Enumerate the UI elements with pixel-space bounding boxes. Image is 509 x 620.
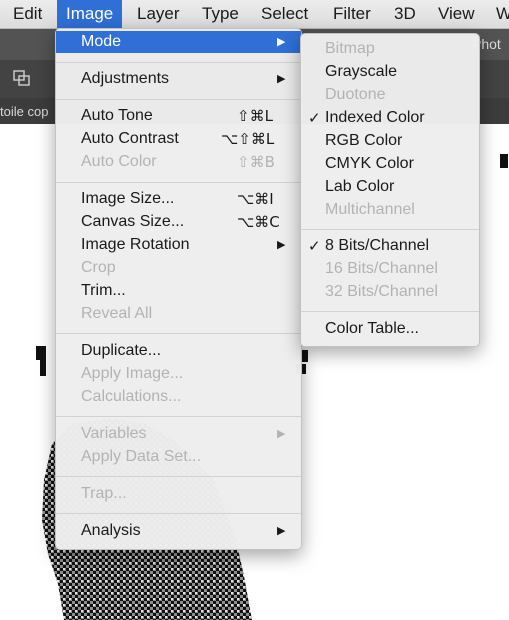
menu-item-calculations-label: Calculations... xyxy=(81,388,182,405)
menu-separator xyxy=(56,333,301,334)
menu-separator xyxy=(56,182,301,183)
menubar-image[interactable]: Image xyxy=(57,0,123,28)
submenu-arrow-icon: ▶ xyxy=(277,525,286,537)
menu-item-bitmap: Bitmap xyxy=(301,38,479,60)
menu-item-duotone: Duotone xyxy=(301,84,479,106)
checkmark-icon: ✓ xyxy=(308,237,321,255)
menu-item-trap: Trap... xyxy=(56,483,301,505)
menu-item-apply-data-set: Apply Data Set... xyxy=(56,446,301,468)
menu-item-indexed-color[interactable]: ✓ Indexed Color xyxy=(301,107,479,129)
menu-item-canvas-size[interactable]: Canvas Size... ⌥⌘C xyxy=(56,211,301,233)
submenu-arrow-icon: ▶ xyxy=(277,239,286,251)
menu-separator xyxy=(56,416,301,417)
menu-item-crop: Crop xyxy=(56,257,301,279)
menubar-edit[interactable]: Edit xyxy=(13,0,42,28)
menu-item-variables-label: Variables xyxy=(81,425,147,442)
menu-separator xyxy=(56,476,301,477)
menu-item-analysis-label: Analysis xyxy=(81,522,141,539)
checkmark-icon: ✓ xyxy=(308,109,321,127)
menu-item-cmyk-color[interactable]: CMYK Color xyxy=(301,153,479,175)
menu-item-8-bits[interactable]: ✓ 8 Bits/Channel xyxy=(301,235,479,257)
menu-item-multichannel: Multichannel xyxy=(301,199,479,221)
menu-item-image-size-label: Image Size... xyxy=(81,190,175,207)
menubar-filter[interactable]: Filter xyxy=(333,0,371,28)
menu-item-image-rotation-label: Image Rotation xyxy=(81,236,190,253)
menubar-3d[interactable]: 3D xyxy=(394,0,416,28)
menu-item-8-bits-label: 8 Bits/Channel xyxy=(325,237,430,254)
menu-item-calculations: Calculations... xyxy=(56,386,301,408)
menu-item-duplicate[interactable]: Duplicate... xyxy=(56,340,301,362)
menu-item-bitmap-label: Bitmap xyxy=(325,40,375,57)
menu-item-adjustments-label: Adjustments xyxy=(81,70,170,87)
menu-item-multichannel-label: Multichannel xyxy=(325,201,415,218)
menubar-view[interactable]: View xyxy=(438,0,475,28)
shortcut-image-size: ⌥⌘I xyxy=(237,190,274,208)
menu-item-trim-label: Trim... xyxy=(81,282,126,299)
menu-item-trap-label: Trap... xyxy=(81,485,127,502)
menu-item-rgb-color[interactable]: RGB Color xyxy=(301,130,479,152)
menu-item-auto-color: Auto Color ⇧⌘B xyxy=(56,151,301,173)
image-menu: Mode ▶ Adjustments ▶ Auto Tone ⇧⌘L Auto … xyxy=(55,28,302,550)
menu-item-image-size[interactable]: Image Size... ⌥⌘I xyxy=(56,188,301,210)
menu-separator xyxy=(56,513,301,514)
shortcut-auto-color: ⇧⌘B xyxy=(237,153,275,171)
menu-item-trim[interactable]: Trim... xyxy=(56,280,301,302)
menubar-select[interactable]: Select xyxy=(261,0,308,28)
menu-item-image-rotation[interactable]: Image Rotation ▶ xyxy=(56,234,301,256)
shortcut-auto-contrast: ⌥⇧⌘L xyxy=(221,130,275,148)
menu-item-color-table[interactable]: Color Table... xyxy=(301,318,479,340)
menu-item-canvas-size-label: Canvas Size... xyxy=(81,213,185,230)
menu-item-reveal-all-label: Reveal All xyxy=(81,305,153,322)
menu-item-reveal-all: Reveal All xyxy=(56,303,301,325)
menu-item-apply-image: Apply Image... xyxy=(56,363,301,385)
menu-item-apply-image-label: Apply Image... xyxy=(81,365,184,382)
menu-item-crop-label: Crop xyxy=(81,259,116,276)
menu-item-grayscale-label: Grayscale xyxy=(325,63,398,80)
menu-item-grayscale[interactable]: Grayscale xyxy=(301,61,479,83)
menu-item-mode-label: Mode xyxy=(81,33,122,50)
menubar-layer[interactable]: Layer xyxy=(137,0,180,28)
menu-item-variables: Variables ▶ xyxy=(56,423,301,445)
menu-item-mode[interactable]: Mode ▶ xyxy=(56,31,301,53)
menu-item-analysis[interactable]: Analysis ▶ xyxy=(56,520,301,542)
menu-item-16-bits: 16 Bits/Channel xyxy=(301,258,479,280)
shortcut-auto-tone: ⇧⌘L xyxy=(237,107,273,125)
menu-item-adjustments[interactable]: Adjustments ▶ xyxy=(56,68,301,90)
menu-item-auto-color-label: Auto Color xyxy=(81,153,157,170)
mode-submenu: Bitmap Grayscale Duotone ✓ Indexed Color… xyxy=(300,33,480,347)
menu-item-lab-color[interactable]: Lab Color xyxy=(301,176,479,198)
menu-item-auto-tone[interactable]: Auto Tone ⇧⌘L xyxy=(56,105,301,127)
tool-preset-icon[interactable] xyxy=(12,69,32,87)
menu-item-color-table-label: Color Table... xyxy=(325,320,419,337)
menu-item-auto-tone-label: Auto Tone xyxy=(81,107,153,124)
menu-item-lab-color-label: Lab Color xyxy=(325,178,395,195)
menu-separator xyxy=(56,62,301,63)
menu-item-indexed-color-label: Indexed Color xyxy=(325,109,425,126)
shortcut-canvas-size: ⌥⌘C xyxy=(237,213,280,231)
menu-item-duotone-label: Duotone xyxy=(325,86,386,103)
menu-separator xyxy=(301,311,479,312)
menu-item-32-bits-label: 32 Bits/Channel xyxy=(325,283,438,300)
menubar-type[interactable]: Type xyxy=(202,0,239,28)
submenu-arrow-icon: ▶ xyxy=(277,428,286,440)
menu-item-cmyk-color-label: CMYK Color xyxy=(325,155,414,172)
submenu-arrow-icon: ▶ xyxy=(277,73,286,85)
menu-item-auto-contrast[interactable]: Auto Contrast ⌥⇧⌘L xyxy=(56,128,301,150)
menu-item-rgb-color-label: RGB Color xyxy=(325,132,403,149)
menu-bar: Edit Image Layer Type Select Filter 3D V… xyxy=(0,0,509,29)
menu-item-apply-data-set-label: Apply Data Set... xyxy=(81,448,202,465)
submenu-arrow-icon: ▶ xyxy=(277,36,286,48)
menu-separator xyxy=(301,229,479,230)
document-tab[interactable]: toile cop xyxy=(0,104,48,119)
menubar-window[interactable]: W xyxy=(496,0,509,28)
menu-item-duplicate-label: Duplicate... xyxy=(81,342,162,359)
menu-item-auto-contrast-label: Auto Contrast xyxy=(81,130,179,147)
menu-item-16-bits-label: 16 Bits/Channel xyxy=(325,260,438,277)
menu-separator xyxy=(56,99,301,100)
menu-item-32-bits: 32 Bits/Channel xyxy=(301,281,479,303)
